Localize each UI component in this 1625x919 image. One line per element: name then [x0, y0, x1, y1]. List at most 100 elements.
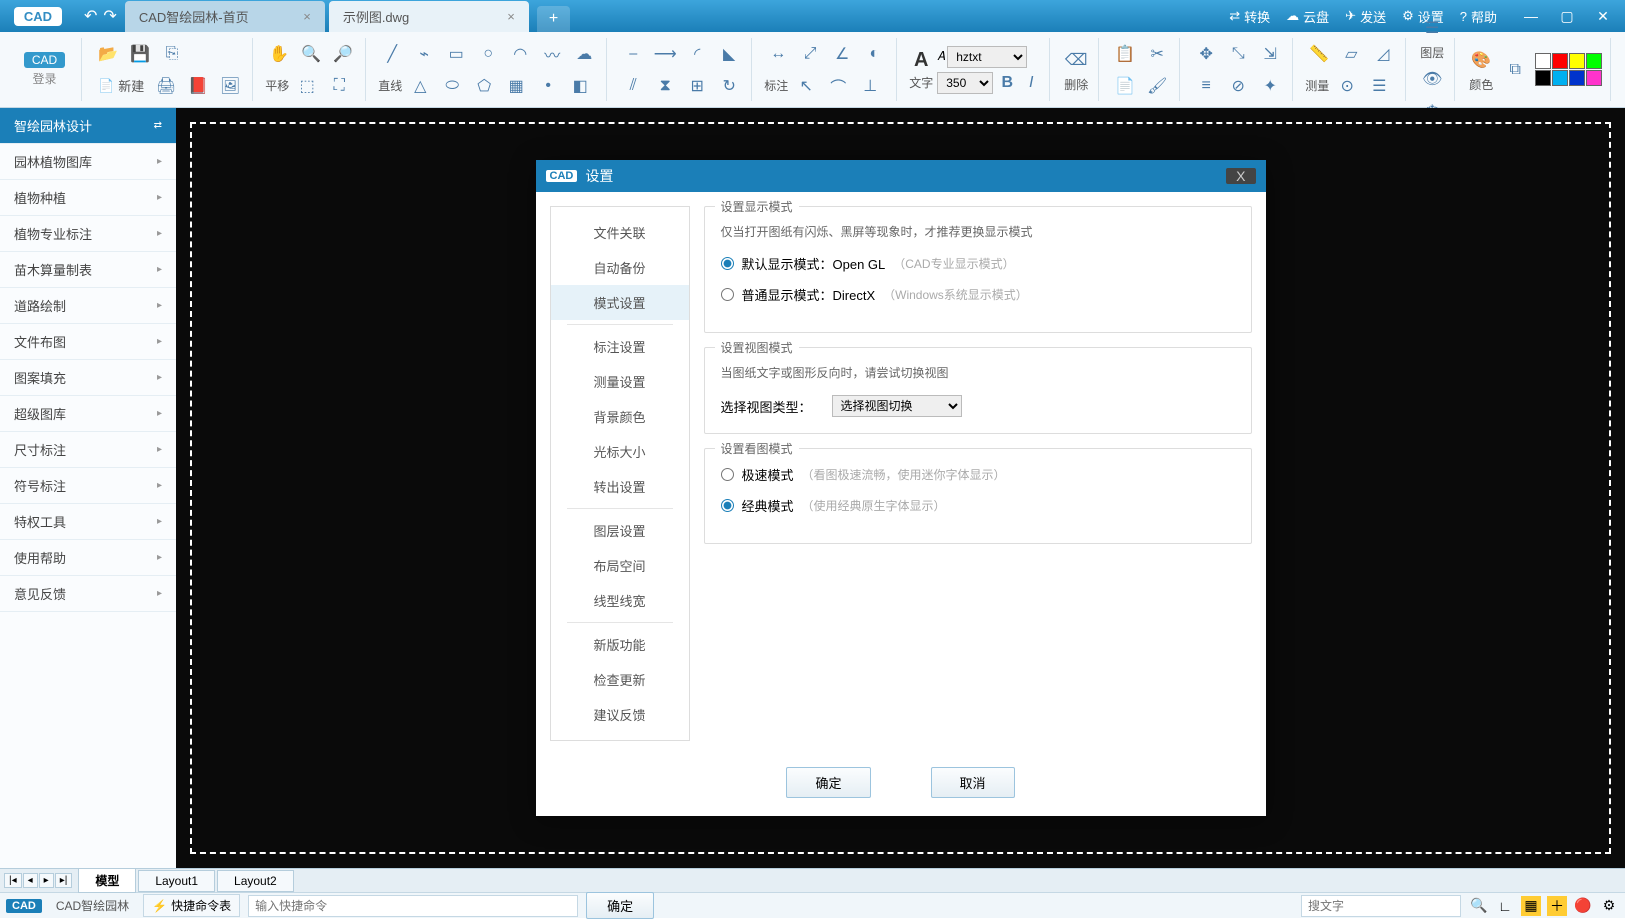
grid-icon[interactable]: ▦ [1521, 896, 1541, 916]
sidebar-item[interactable]: 超级图库▸ [0, 396, 176, 432]
maximize-button[interactable]: ▢ [1553, 8, 1581, 25]
radio-input[interactable] [721, 468, 734, 481]
dim-aligned-icon[interactable]: ⤢ [796, 40, 824, 68]
zoom-extents-icon[interactable]: ⛶ [325, 72, 353, 100]
command-input[interactable] [248, 895, 578, 917]
tab-home[interactable]: CAD智绘园林-首页 × [125, 1, 325, 32]
paste-icon[interactable]: 📄 [1111, 72, 1139, 100]
dim-arc-icon[interactable]: ⌒ [824, 72, 852, 100]
sidebar-item[interactable]: 尺寸标注▸ [0, 432, 176, 468]
move-icon[interactable]: ✥ [1192, 40, 1220, 68]
hand-icon[interactable]: ✋ [265, 40, 293, 68]
tab-model[interactable]: 模型 [78, 868, 136, 893]
cloud-button[interactable]: ☁ 云盘 [1286, 7, 1329, 26]
dialog-nav-item[interactable]: 图层设置 [551, 513, 689, 548]
mirror-icon[interactable]: ⧗ [651, 72, 679, 100]
dialog-nav-item[interactable]: 新版功能 [551, 627, 689, 662]
measure-angle-icon[interactable]: ◿ [1369, 40, 1397, 68]
bold-icon[interactable]: B [997, 73, 1017, 93]
rect-icon[interactable]: ▭ [442, 40, 470, 68]
dialog-nav-item[interactable]: 自动备份 [551, 250, 689, 285]
sidebar-item[interactable]: 植物专业标注▸ [0, 216, 176, 252]
point-icon[interactable]: • [534, 72, 562, 100]
dialog-nav-item[interactable]: 检查更新 [551, 662, 689, 697]
break-icon[interactable]: ⊘ [1224, 72, 1252, 100]
radio-fast[interactable]: 极速模式 （看图极速流畅，使用迷你字体显示） [721, 465, 1235, 484]
dim-ord-icon[interactable]: ⊥ [856, 72, 884, 100]
zoom-in-icon[interactable]: 🔍 [297, 40, 325, 68]
nav-next-icon[interactable]: ▸ [39, 873, 54, 888]
measure-list-icon[interactable]: ☰ [1365, 72, 1393, 100]
radio-input[interactable] [721, 288, 734, 301]
dialog-nav-item[interactable]: 背景颜色 [551, 399, 689, 434]
sidebar-item[interactable]: 苗木算量制表▸ [0, 252, 176, 288]
copy-icon[interactable]: 📋 [1111, 40, 1139, 68]
match-icon[interactable]: 🖌 [1143, 72, 1171, 100]
spline-icon[interactable]: 〰 [538, 40, 566, 68]
color-swatch[interactable] [1552, 70, 1568, 86]
nav-forward-icon[interactable]: ↷ [103, 6, 116, 26]
help-button[interactable]: ? 帮助 [1460, 7, 1497, 26]
tab-layout2[interactable]: Layout2 [217, 870, 294, 892]
color-wheel-icon[interactable]: 🎨 [1467, 46, 1495, 74]
image-icon[interactable]: 🖼 [216, 72, 244, 100]
scale-icon[interactable]: ⤡ [1224, 40, 1252, 68]
saveas-icon[interactable]: ⎘ [158, 40, 186, 68]
login-area[interactable]: CAD 登录 [8, 38, 82, 101]
cut-icon[interactable]: ✂ [1143, 40, 1171, 68]
pdf-icon[interactable]: 📕 [184, 72, 212, 100]
radio-input[interactable] [721, 499, 734, 512]
sidebar-item[interactable]: 意见反馈▸ [0, 576, 176, 612]
ellipse-icon[interactable]: ⬭ [438, 72, 466, 100]
dialog-nav-item[interactable]: 标注设置 [551, 329, 689, 364]
tab-add-button[interactable]: + [537, 6, 570, 32]
zoom-out-icon[interactable]: 🔎 [329, 40, 357, 68]
sidebar-item[interactable]: 文件布图▸ [0, 324, 176, 360]
measure-area-icon[interactable]: ▱ [1337, 40, 1365, 68]
fillet-icon[interactable]: ◜ [683, 40, 711, 68]
sidebar-item[interactable]: 图案填充▸ [0, 360, 176, 396]
close-icon[interactable]: × [507, 9, 515, 24]
nav-first-icon[interactable]: |◂ [4, 873, 22, 888]
dialog-titlebar[interactable]: CAD 设置 X [536, 160, 1266, 192]
close-icon[interactable]: × [303, 9, 311, 24]
print-icon[interactable]: 🖨 [152, 72, 180, 100]
sidebar-item[interactable]: 道路绘制▸ [0, 288, 176, 324]
measure-id-icon[interactable]: ⊙ [1333, 72, 1361, 100]
view-select[interactable]: 选择视图切换 [832, 395, 962, 417]
offset-icon[interactable]: ⫽ [619, 72, 647, 100]
dialog-close-button[interactable]: X [1226, 168, 1255, 184]
color-icon[interactable]: 🔴 [1573, 896, 1593, 916]
dialog-nav-item[interactable]: 光标大小 [551, 434, 689, 469]
polyline-icon[interactable]: ⌁ [410, 40, 438, 68]
command-ok-button[interactable]: 确定 [586, 892, 654, 919]
dialog-nav-item[interactable]: 布局空间 [551, 548, 689, 583]
tab-layout1[interactable]: Layout1 [138, 870, 215, 892]
color-swatch[interactable] [1552, 53, 1568, 69]
measure-dist-icon[interactable]: 📏 [1305, 40, 1333, 68]
chamfer-icon[interactable]: ◣ [715, 40, 743, 68]
sidebar-item[interactable]: 符号标注▸ [0, 468, 176, 504]
align-icon[interactable]: ≡ [1192, 72, 1220, 100]
italic-icon[interactable]: I [1021, 73, 1041, 93]
radio-classic[interactable]: 经典模式 （使用经典原生字体显示） [721, 496, 1235, 515]
dialog-nav-item[interactable]: 测量设置 [551, 364, 689, 399]
add-icon[interactable]: ＋ [1547, 896, 1567, 916]
circle-icon[interactable]: ○ [474, 40, 502, 68]
shortcut-button[interactable]: ⚡ 快捷命令表 [143, 894, 240, 917]
arc-icon[interactable]: ◠ [506, 40, 534, 68]
block-icon[interactable]: ◧ [566, 72, 594, 100]
sidebar-item[interactable]: 使用帮助▸ [0, 540, 176, 576]
polygon-icon[interactable]: ⬠ [470, 72, 498, 100]
sidebar-item[interactable]: 智绘园林设计⇄ [0, 108, 176, 144]
radio-opengl[interactable]: 默认显示模式：Open GL （CAD专业显示模式） [721, 254, 1235, 273]
color-swatch[interactable] [1586, 70, 1602, 86]
ok-button[interactable]: 确定 [786, 767, 870, 798]
size-select[interactable]: 350 [937, 72, 993, 94]
tab-drawing[interactable]: 示例图.dwg × [329, 1, 529, 32]
dialog-nav-item[interactable]: 模式设置 [551, 285, 689, 320]
leader-icon[interactable]: ↖ [792, 72, 820, 100]
close-button[interactable]: ✕ [1589, 8, 1617, 25]
color-swatch[interactable] [1535, 53, 1551, 69]
radio-input[interactable] [721, 257, 734, 270]
